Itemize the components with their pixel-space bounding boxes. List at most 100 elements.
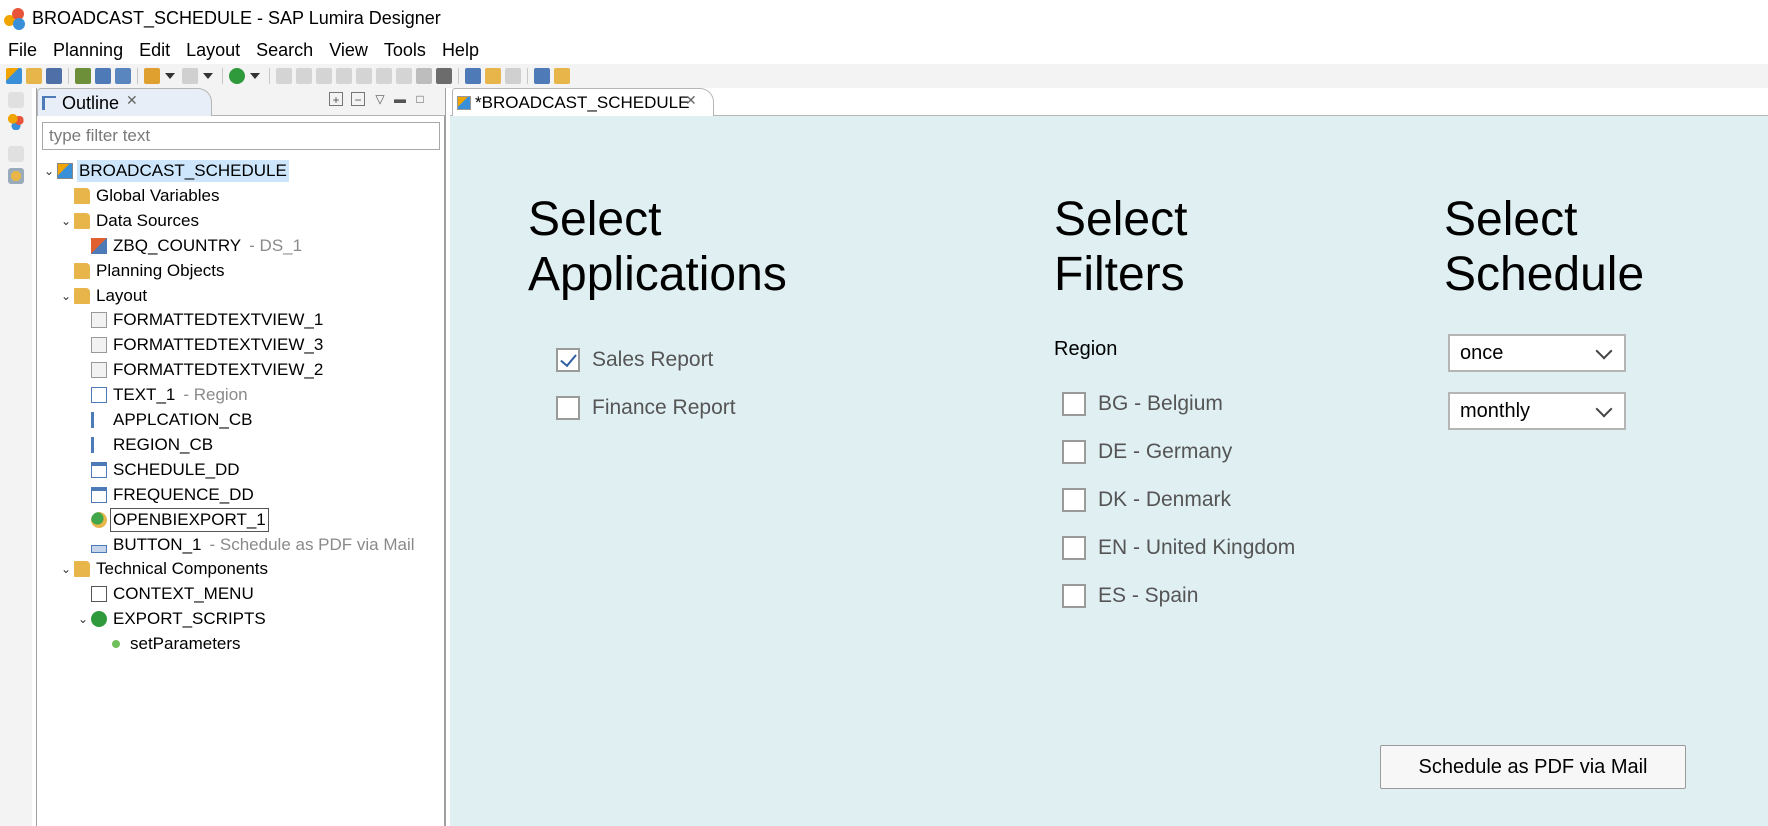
- maximize-icon[interactable]: □: [413, 92, 427, 106]
- open-folder-icon[interactable]: [26, 68, 42, 84]
- view-menu-icon[interactable]: ▽: [373, 92, 387, 106]
- tree-item[interactable]: ⌄ Technical Components: [58, 556, 270, 582]
- checkbox[interactable]: [1062, 488, 1086, 512]
- new-app-icon[interactable]: [6, 68, 22, 84]
- tree-item[interactable]: FORMATTEDTEXTVIEW_3: [75, 332, 325, 358]
- schedule-dropdown[interactable]: once: [1448, 334, 1626, 372]
- close-icon[interactable]: ✕: [685, 92, 697, 109]
- checkbox[interactable]: [1062, 392, 1086, 416]
- redo-icon[interactable]: [182, 68, 198, 84]
- menu-help[interactable]: Help: [434, 38, 487, 64]
- align-bottom-icon[interactable]: [376, 68, 392, 84]
- tree-item[interactable]: APPLCATION_CB: [75, 407, 255, 433]
- tree-item[interactable]: TEXT_1 - Region: [75, 382, 248, 408]
- menu-planning[interactable]: Planning: [45, 38, 131, 64]
- heading-select-filters[interactable]: Select Filters: [1054, 192, 1187, 302]
- design-canvas[interactable]: Select Applications Select Filters Selec…: [450, 116, 1768, 826]
- save-icon[interactable]: [46, 68, 62, 84]
- tree-item[interactable]: ⌄ Layout: [58, 283, 149, 309]
- align-center-icon[interactable]: [296, 68, 312, 84]
- undo-dropdown-icon[interactable]: [165, 73, 175, 79]
- tree-item[interactable]: FORMATTEDTEXTVIEW_2: [75, 357, 325, 383]
- menu-search[interactable]: Search: [248, 38, 321, 64]
- region-checkbox-de[interactable]: DE - Germany: [1062, 440, 1232, 464]
- tree-item[interactable]: SCHEDULE_DD: [75, 457, 242, 483]
- tree-item[interactable]: FORMATTEDTEXTVIEW_1: [75, 307, 325, 333]
- region-checkbox-bg[interactable]: BG - Belgium: [1062, 392, 1223, 416]
- filter-input[interactable]: [42, 122, 440, 150]
- tree-item[interactable]: Planning Objects: [58, 258, 227, 284]
- chevron-down-icon[interactable]: ⌄: [58, 288, 74, 304]
- redo-dropdown-icon[interactable]: [203, 73, 213, 79]
- properties-icon[interactable]: [8, 168, 24, 184]
- tree-item[interactable]: ⌄ EXPORT_SCRIPTS: [75, 606, 268, 632]
- checkbox[interactable]: [556, 396, 580, 420]
- tree-item[interactable]: ⌄ Data Sources: [58, 208, 201, 234]
- tree-item-label: CONTEXT_MENU: [113, 584, 254, 604]
- menu-layout[interactable]: Layout: [178, 38, 248, 64]
- frequency-dropdown[interactable]: monthly: [1448, 392, 1626, 430]
- grid-icon[interactable]: [436, 68, 452, 84]
- align-left-icon[interactable]: [276, 68, 292, 84]
- menu-view[interactable]: View: [321, 38, 376, 64]
- add-datasource-icon[interactable]: [75, 68, 91, 84]
- tree-item[interactable]: ⌄ BROADCAST_SCHEDULE: [41, 158, 289, 184]
- menu-tools[interactable]: Tools: [376, 38, 434, 64]
- chevron-down-icon[interactable]: ⌄: [58, 213, 74, 229]
- tree-item[interactable]: FREQUENCE_DD: [75, 482, 256, 508]
- tree-item[interactable]: OPENBIEXPORT_1: [75, 507, 269, 533]
- editor-tab-broadcast-schedule[interactable]: *BROADCAST_SCHEDULE ✕: [452, 88, 714, 116]
- pin-icon[interactable]: [485, 68, 501, 84]
- application-checkbox-finance-report[interactable]: Finance Report: [556, 396, 736, 420]
- schedule-pdf-mail-button[interactable]: Schedule as PDF via Mail: [1380, 745, 1686, 789]
- chevron-down-icon[interactable]: ⌄: [41, 163, 57, 179]
- align-right-icon[interactable]: [316, 68, 332, 84]
- menu-edit[interactable]: Edit: [131, 38, 178, 64]
- copy-icon[interactable]: [554, 68, 570, 84]
- bookmark-icon[interactable]: [115, 68, 131, 84]
- layout-icon[interactable]: [465, 68, 481, 84]
- document-icon[interactable]: [505, 68, 521, 84]
- application-checkbox-sales-report[interactable]: Sales Report: [556, 348, 713, 372]
- tree-item[interactable]: CONTEXT_MENU: [75, 581, 256, 607]
- tree-item[interactable]: BUTTON_1 - Schedule as PDF via Mail: [75, 532, 415, 558]
- align-top-icon[interactable]: [336, 68, 352, 84]
- region-checkbox-dk[interactable]: DK - Denmark: [1062, 488, 1231, 512]
- align-middle-icon[interactable]: [356, 68, 372, 84]
- heading-select-applications[interactable]: Select Applications: [528, 192, 787, 302]
- outline-tab[interactable]: Outline ✕: [37, 88, 212, 116]
- run-icon[interactable]: [229, 68, 245, 84]
- heading-select-schedule[interactable]: Select Schedule: [1444, 192, 1644, 302]
- checkbox[interactable]: [1062, 536, 1086, 560]
- components-icon[interactable]: [8, 114, 24, 130]
- tree-item-label: SCHEDULE_DD: [113, 459, 240, 479]
- left-trim-stack: [0, 88, 32, 826]
- tree-item[interactable]: Global Variables: [58, 183, 221, 209]
- select-area-icon[interactable]: [534, 68, 550, 84]
- tree-item[interactable]: setParameters: [92, 631, 243, 657]
- folder-icon: [74, 262, 90, 279]
- chevron-down-icon[interactable]: ⌄: [75, 611, 91, 627]
- region-checkbox-es[interactable]: ES - Spain: [1062, 584, 1198, 608]
- tree-item[interactable]: ZBQ_COUNTRY - DS_1: [75, 233, 302, 259]
- menu-file[interactable]: File: [0, 38, 45, 64]
- undo-icon[interactable]: [144, 68, 160, 84]
- chevron-down-icon[interactable]: ⌄: [58, 561, 74, 577]
- region-checkbox-en[interactable]: EN - United Kingdom: [1062, 536, 1295, 560]
- checkbox[interactable]: [1062, 584, 1086, 608]
- checkbox[interactable]: [556, 348, 580, 372]
- distribute-icon[interactable]: [396, 68, 412, 84]
- collapse-all-icon[interactable]: −: [351, 92, 365, 107]
- minimize-icon[interactable]: ▬: [393, 92, 407, 106]
- fit-icon[interactable]: [416, 68, 432, 84]
- close-icon[interactable]: ✕: [126, 92, 138, 109]
- restore-view-icon-2[interactable]: [8, 146, 24, 162]
- checkbox[interactable]: [1062, 440, 1086, 464]
- tree-item[interactable]: REGION_CB: [75, 432, 215, 458]
- script-editor-icon[interactable]: [95, 68, 111, 84]
- restore-view-icon[interactable]: [8, 92, 24, 108]
- run-dropdown-icon[interactable]: [250, 73, 260, 79]
- expand-all-icon[interactable]: +: [329, 92, 343, 107]
- lumira-logo-icon: [4, 8, 26, 30]
- script-icon: [91, 611, 107, 628]
